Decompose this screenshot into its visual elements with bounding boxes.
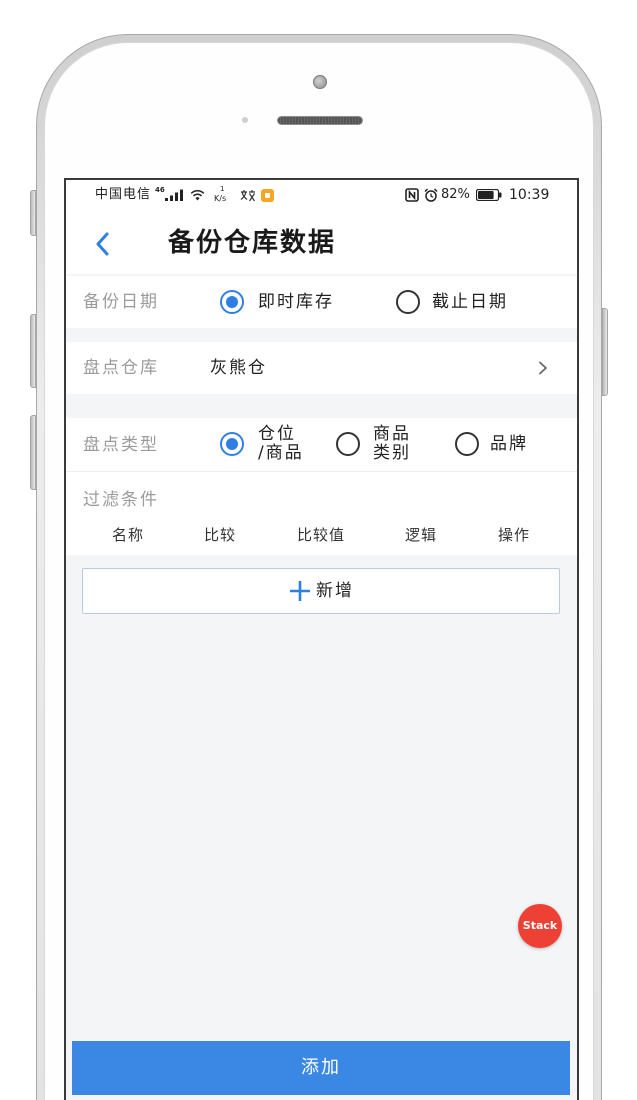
option-product-category[interactable]: 商品 类别	[336, 418, 446, 471]
filter-section: 过滤条件 名称 比较 比较值 逻辑 操作	[66, 472, 577, 555]
wifi-icon	[190, 190, 205, 201]
option-label-product-category: 商品 类别	[373, 425, 411, 463]
radio-product-category[interactable]	[336, 432, 360, 456]
stack-debug-button[interactable]: Stack	[518, 904, 562, 948]
option-label-line: /商品	[258, 443, 304, 463]
option-label-location-product: 仓位 /商品	[258, 425, 304, 463]
option-brand[interactable]: 品牌	[455, 418, 555, 471]
add-filter-button[interactable]: 新增	[82, 568, 560, 614]
count-type-row: 盘点类型 仓位 /商品 商品 类别 品牌	[66, 418, 577, 471]
power-button	[602, 308, 608, 396]
option-location-product[interactable]: 仓位 /商品	[220, 418, 330, 471]
chevron-right-icon	[539, 361, 547, 375]
clock-time: 10:39	[509, 187, 550, 203]
option-label-line: 仓位	[258, 424, 296, 444]
filter-label: 过滤条件	[83, 490, 159, 510]
column-header-name: 名称	[111, 526, 144, 544]
network-type: 46	[155, 186, 165, 194]
back-button[interactable]	[91, 229, 117, 259]
alarm-icon	[424, 188, 438, 202]
radio-instant-stock[interactable]	[220, 290, 244, 314]
column-header-action: 操作	[497, 526, 530, 544]
network-speed-value: 1	[220, 185, 225, 193]
battery-icon	[476, 189, 502, 201]
option-label-line: 商品	[373, 424, 411, 444]
submit-add-button[interactable]: 添加	[72, 1041, 570, 1095]
chevron-left-icon	[96, 232, 109, 256]
warehouse-row[interactable]: 盘点仓库 灰熊仓	[66, 342, 577, 394]
option-label-instant-stock: 即时库存	[258, 292, 334, 312]
option-label-brand: 品牌	[490, 434, 528, 454]
signal-icon	[165, 189, 183, 201]
carrier-name: 中国电信	[95, 187, 152, 202]
page-title: 备份仓库数据	[168, 228, 337, 258]
plus-icon	[290, 581, 310, 601]
radio-cutoff-date[interactable]	[396, 290, 420, 314]
app-notification-icon	[261, 189, 274, 202]
proximity-sensor	[242, 117, 248, 123]
backup-date-label: 备份日期	[83, 292, 159, 312]
front-camera	[313, 75, 327, 89]
phone-screen: 中国电信 46 1 K/s 82% 10:39 备份仓库数据 备份日期 即时库存…	[64, 178, 579, 1100]
add-filter-label: 新增	[316, 581, 354, 601]
column-header-compare-value: 比较值	[296, 526, 345, 544]
radio-brand[interactable]	[455, 432, 479, 456]
count-type-label: 盘点类型	[83, 435, 159, 455]
option-label-cutoff-date: 截止日期	[432, 292, 508, 312]
translate-icon	[240, 190, 255, 202]
column-header-logic: 逻辑	[404, 526, 437, 544]
nfc-icon	[405, 188, 419, 202]
radio-location-product[interactable]	[220, 432, 244, 456]
phone-mockup: 中国电信 46 1 K/s 82% 10:39 备份仓库数据 备份日期 即时库存…	[0, 0, 637, 1100]
battery-percent: 82%	[441, 187, 470, 202]
earpiece-speaker	[277, 116, 363, 125]
warehouse-value: 灰熊仓	[210, 358, 267, 378]
network-speed-unit: K/s	[214, 194, 227, 203]
backup-date-row: 备份日期 即时库存 截止日期	[66, 276, 577, 328]
warehouse-label: 盘点仓库	[83, 358, 159, 378]
column-header-compare: 比较	[203, 526, 236, 544]
option-instant-stock[interactable]: 即时库存	[220, 276, 350, 328]
option-label-line: 类别	[373, 443, 411, 463]
option-cutoff-date[interactable]: 截止日期	[396, 276, 526, 328]
